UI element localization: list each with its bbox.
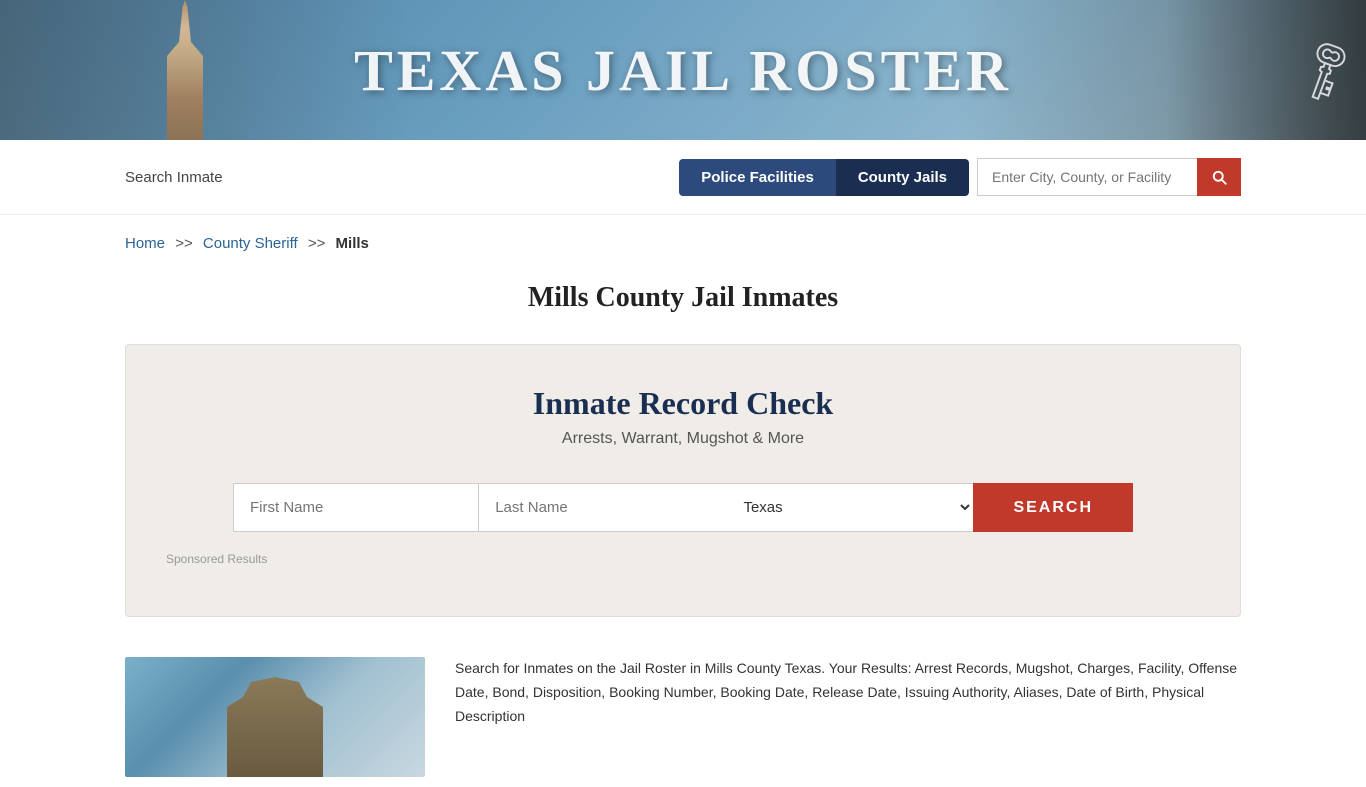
breadcrumb-sep1: >> [175,235,193,252]
bottom-description: Search for Inmates on the Jail Roster in… [455,657,1241,728]
nav-right: Police Facilities County Jails [679,158,1241,196]
breadcrumb: Home >> County Sheriff >> Mills [0,215,1366,262]
search-inmate-label: Search Inmate [125,169,223,186]
keys-icon: 🗝 [1285,30,1366,110]
breadcrumb-current: Mills [336,235,369,252]
nav-search-button[interactable] [1197,158,1241,196]
nav-search-wrapper [977,158,1241,196]
first-name-input[interactable] [233,483,478,532]
breadcrumb-home[interactable]: Home [125,235,165,252]
breadcrumb-county-sheriff[interactable]: County Sheriff [203,235,298,252]
record-check-form: AlabamaAlaskaArizonaArkansasCaliforniaCo… [233,483,1133,532]
nav-bar: Search Inmate Police Facilities County J… [0,140,1366,215]
county-jails-button[interactable]: County Jails [836,159,969,196]
county-building-image [125,657,425,777]
record-check-box: Inmate Record Check Arrests, Warrant, Mu… [125,344,1241,617]
police-facilities-button[interactable]: Police Facilities [679,159,836,196]
header-banner: Texas Jail Roster 🗝 [0,0,1366,140]
record-check-subtitle: Arrests, Warrant, Mugshot & More [156,430,1210,448]
record-check-title: Inmate Record Check [156,385,1210,422]
state-select[interactable]: AlabamaAlaskaArizonaArkansasCaliforniaCo… [723,483,973,532]
last-name-input[interactable] [478,483,723,532]
building-silhouette [195,677,355,777]
sponsored-results-label: Sponsored Results [156,552,1210,566]
header-keys-decoration: 🗝 [1166,0,1366,140]
page-title-section: Mills County Jail Inmates [0,262,1366,344]
search-icon [1210,168,1228,186]
nav-search-input[interactable] [977,158,1197,196]
bottom-section: Search for Inmates on the Jail Roster in… [0,647,1366,787]
record-search-button[interactable]: SEARCH [973,483,1133,532]
breadcrumb-sep2: >> [308,235,326,252]
site-title: Texas Jail Roster [354,37,1012,104]
page-title: Mills County Jail Inmates [125,282,1241,314]
